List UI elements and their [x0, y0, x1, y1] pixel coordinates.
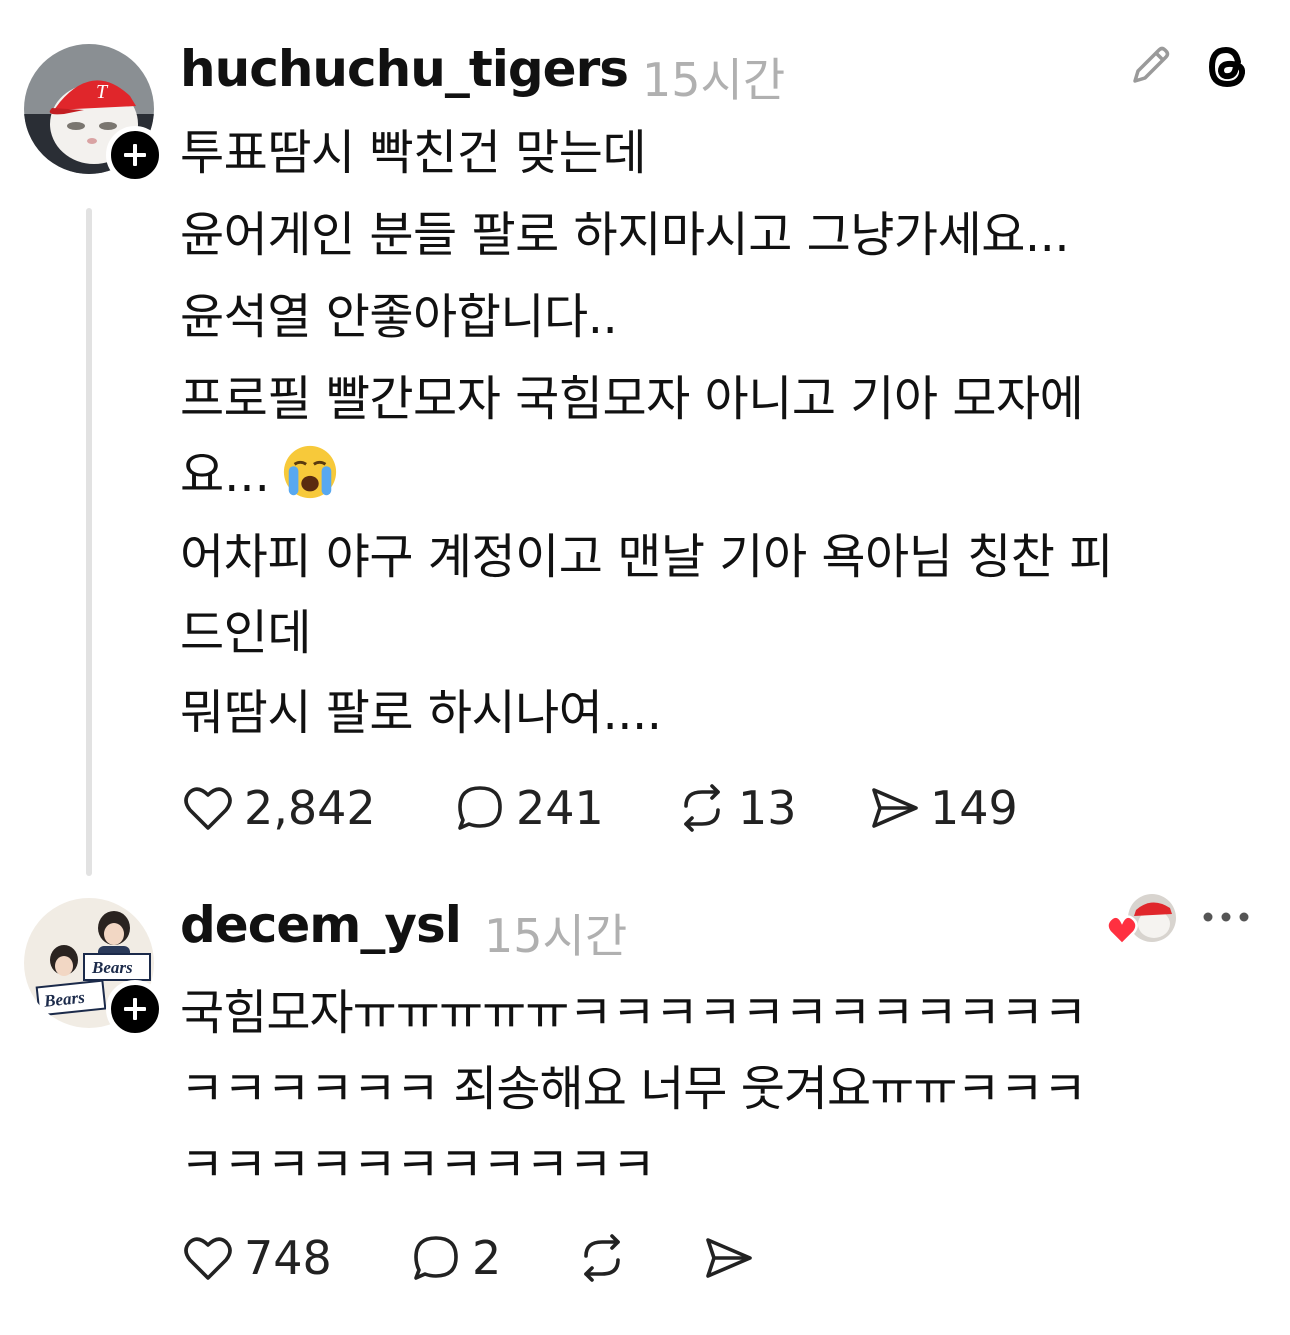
svg-text:Bears: Bears [91, 958, 133, 977]
body-line: 윤석열 안좋아합니다.. [180, 289, 618, 345]
body-line: 어차피 야구 계정이고 맨날 기아 욕아님 칭찬 피 [180, 529, 1113, 585]
repost-icon [684, 784, 720, 832]
send-icon [872, 788, 918, 828]
send-icon [706, 1238, 752, 1278]
liked-by-author-icon [1106, 894, 1176, 946]
plus-icon [124, 998, 146, 1020]
reply-icon [458, 786, 502, 830]
plus-icon [124, 144, 146, 166]
body-line: 윤어게인 분들 팔로 하지마시고 그냥가세요... [180, 207, 1070, 263]
post-time: 15시간 [642, 53, 786, 107]
post-2: Bears Bears decem_ysl 15시간 국힘모자ㅠㅠㅠㅠㅠㅋㅋㅋㅋ… [0, 880, 1290, 1335]
follow-plus-button[interactable] [106, 126, 164, 184]
repost-count: 13 [738, 781, 797, 835]
share-button[interactable] [700, 1228, 756, 1288]
more-button[interactable] [1198, 902, 1254, 932]
crying-face-emoji-icon [283, 445, 337, 499]
reply-count: 2 [472, 1231, 502, 1285]
heart-icon [184, 787, 232, 830]
username[interactable]: decem_ysl [180, 896, 462, 954]
reply-button[interactable]: 241 [452, 778, 604, 838]
body-line: 요... [180, 447, 270, 503]
reply-button[interactable]: 2 [408, 1228, 501, 1288]
post-actions: 2,842 241 13 149 [180, 778, 1180, 838]
share-count: 149 [930, 781, 1018, 835]
like-button[interactable]: 2,842 [180, 778, 376, 838]
body-line: ㅋㅋㅋㅋㅋㅋㅋㅋㅋㅋㅋ [180, 1137, 656, 1193]
reply-count: 241 [516, 781, 604, 835]
repost-button[interactable] [574, 1228, 630, 1288]
follow-plus-button[interactable] [106, 980, 164, 1038]
avatar-wrapper[interactable]: Bears Bears [24, 898, 164, 1038]
body-line: 드인데 [180, 605, 311, 661]
thread-line [86, 208, 92, 876]
pencil-icon [1133, 46, 1170, 83]
avatar-wrapper[interactable]: T [24, 44, 164, 184]
repost-button[interactable]: 13 [674, 778, 797, 838]
body-line: 투표땀시 빡친건 맞는데 [180, 125, 647, 181]
post-time: 15시간 [484, 909, 628, 963]
svg-text:T: T [96, 81, 109, 103]
heart-icon [184, 1237, 232, 1280]
liked-by-author-indicator [1104, 892, 1180, 952]
body-line: 뭐땀시 팔로 하시나여.... [180, 685, 662, 741]
threads-logo-button[interactable] [1200, 40, 1254, 94]
like-count: 748 [244, 1231, 332, 1285]
reply-icon [414, 1236, 458, 1280]
threads-logo-icon [1208, 46, 1246, 88]
more-icon [1203, 912, 1249, 922]
like-button[interactable]: 748 [180, 1228, 332, 1288]
body-line-with-emoji: 요... [180, 436, 339, 514]
like-count: 2,842 [244, 781, 376, 835]
post-1: T huchuchu_tigers 15시간 투표땀시 빡친건 맞는데 윤어게인… [0, 0, 1290, 880]
post-actions: 748 2 [180, 1228, 1180, 1288]
edit-button[interactable] [1126, 40, 1176, 90]
share-button[interactable]: 149 [866, 778, 1018, 838]
body-line: ㅋㅋㅋㅋㅋㅋ 죄송해요 너무 웃겨요ㅠㅠㅋㅋㅋ [180, 1061, 1087, 1117]
repost-icon [584, 1234, 620, 1282]
body-line: 국힘모자ㅠㅠㅠㅠㅠㅋㅋㅋㅋㅋㅋㅋㅋㅋㅋㅋㅋ [180, 985, 1087, 1041]
body-line: 프로필 빨간모자 국힘모자 아니고 기아 모자에 [180, 371, 1084, 427]
username[interactable]: huchuchu_tigers [180, 40, 629, 98]
